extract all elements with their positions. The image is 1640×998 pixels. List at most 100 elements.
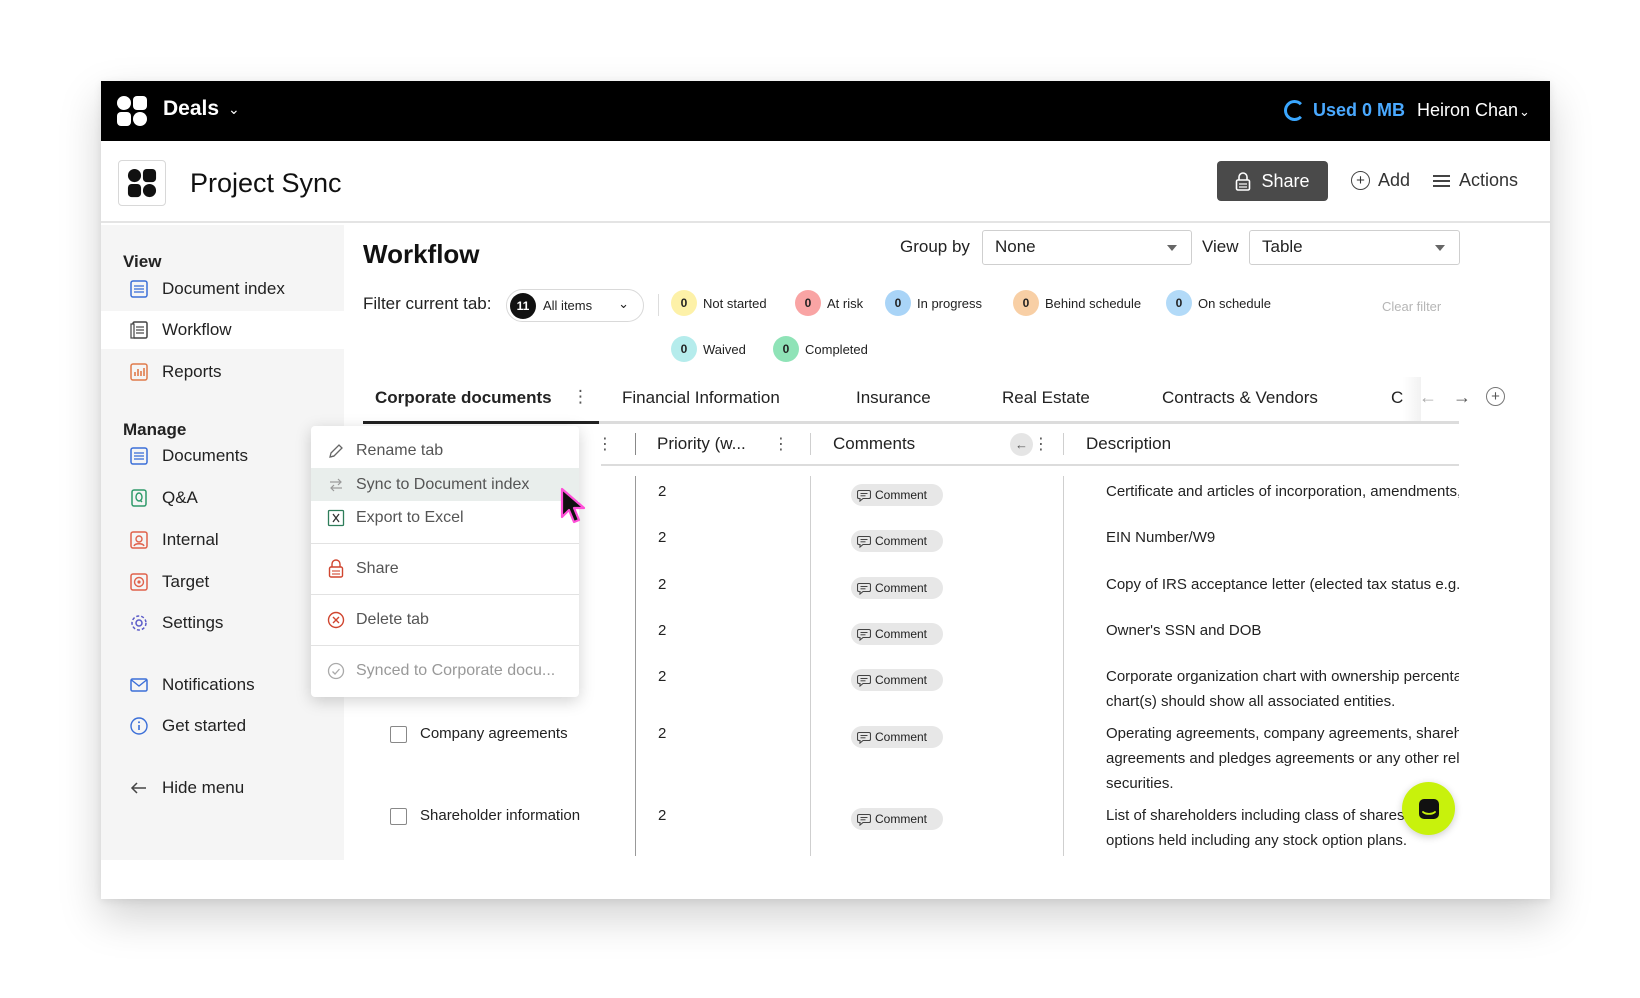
lock-icon <box>1236 171 1251 191</box>
menu-item-rename-tab[interactable]: Rename tab <box>311 434 579 467</box>
row-checkbox[interactable] <box>390 808 407 825</box>
chat-launcher-button[interactable] <box>1402 782 1455 835</box>
tab-truncated[interactable]: C <box>1391 388 1403 408</box>
status-chip-at-risk[interactable]: 0 At risk <box>795 290 863 316</box>
menu-item-share[interactable]: Share <box>311 552 579 585</box>
tab-context-menu: Rename tab Sync to Document index Export… <box>311 426 579 697</box>
menu-item-label: Rename tab <box>356 441 444 459</box>
hide-menu-button[interactable]: Hide menu <box>101 769 344 807</box>
kebab-menu-icon[interactable]: ⋮ <box>572 387 589 407</box>
caret-down-icon <box>1435 245 1445 251</box>
brand-logo-icon[interactable] <box>116 95 148 127</box>
comment-label: Comment <box>875 673 928 687</box>
item-name-cell[interactable]: Shareholder information <box>420 803 580 828</box>
description-line: Corporate organization chart with owners… <box>1106 668 1459 685</box>
sidebar-item-internal[interactable]: Internal <box>101 521 344 559</box>
column-divider[interactable] <box>635 433 636 455</box>
tab-corporate-documents[interactable]: Corporate documents <box>375 388 552 408</box>
sidebar-item-target[interactable]: Target <box>101 563 344 601</box>
document-list-icon <box>128 278 150 300</box>
sidebar-item-get-started[interactable]: Get started <box>101 707 344 745</box>
status-chip-waived[interactable]: 0 Waived <box>671 336 746 362</box>
actions-button[interactable]: Actions <box>1433 170 1518 191</box>
column-divider[interactable] <box>1063 433 1064 455</box>
description-cell[interactable]: Certificate and articles of incorporatio… <box>1106 479 1459 504</box>
share-button[interactable]: Share <box>1217 161 1328 201</box>
clear-filter-link[interactable]: Clear filter <box>1382 299 1441 314</box>
sidebar-item-settings[interactable]: Settings <box>101 604 344 642</box>
sidebar-item-workflow[interactable]: Workflow <box>101 311 344 349</box>
tab-financial-information[interactable]: Financial Information <box>622 388 780 408</box>
sidebar-item-qa[interactable]: Q&A <box>101 479 344 517</box>
status-chip-in-progress[interactable]: 0 In progress <box>885 290 982 316</box>
sidebar-item-documents[interactable]: Documents <box>101 437 344 475</box>
usage-text: Used 0 MB <box>1313 100 1406 120</box>
row-checkbox[interactable] <box>390 726 407 743</box>
tab-real-estate[interactable]: Real Estate <box>1002 388 1090 408</box>
priority-cell[interactable]: 2 <box>658 572 666 597</box>
menu-item-sync-to-document-index[interactable]: Sync to Document index <box>311 468 579 501</box>
user-menu[interactable]: Heiron Chan <box>1417 100 1518 121</box>
sidebar-item-reports[interactable]: Reports <box>101 353 344 391</box>
comment-button[interactable]: Comment <box>851 484 943 506</box>
arrow-left-icon[interactable]: ← <box>1010 433 1033 456</box>
comment-button[interactable]: Comment <box>851 808 943 830</box>
priority-cell[interactable]: 2 <box>658 664 666 689</box>
column-header-description[interactable]: Description <box>1086 434 1171 454</box>
comment-button[interactable]: Comment <box>851 669 943 691</box>
description-cell[interactable]: Corporate organization chart with owners… <box>1106 664 1459 714</box>
status-count: 0 <box>885 290 911 316</box>
comment-button[interactable]: Comment <box>851 623 943 645</box>
kebab-menu-icon[interactable]: ⋮ <box>773 434 789 454</box>
priority-cell[interactable]: 2 <box>658 721 666 746</box>
column-header-comments[interactable]: Comments <box>833 434 915 454</box>
add-button-label: Add <box>1378 170 1411 190</box>
description-cell[interactable]: Owner's SSN and DOB <box>1106 618 1459 643</box>
sidebar-item-document-index[interactable]: Document index <box>101 270 344 308</box>
arrow-right-icon[interactable]: → <box>1453 387 1471 408</box>
arrow-left-icon[interactable]: ← <box>1419 387 1437 408</box>
chat-icon <box>1418 798 1439 819</box>
priority-cell[interactable]: 2 <box>658 803 666 828</box>
add-button[interactable]: + Add <box>1351 170 1410 191</box>
target-icon <box>128 571 150 593</box>
group-by-value: None <box>995 237 1036 256</box>
column-header-priority[interactable]: Priority (w... <box>657 434 746 454</box>
status-chip-not-started[interactable]: 0 Not started <box>671 290 767 316</box>
all-items-filter[interactable]: 11 All items ⌄ <box>506 289 644 322</box>
sidebar-item-label: Get started <box>162 716 247 735</box>
priority-cell[interactable]: 2 <box>658 618 666 643</box>
app-switcher-title[interactable]: Deals <box>163 97 219 121</box>
view-select[interactable]: Table <box>1249 230 1460 265</box>
sidebar-item-notifications[interactable]: Notifications <box>101 666 344 704</box>
status-chip-completed[interactable]: 0 Completed <box>773 336 868 362</box>
chevron-down-icon[interactable]: ⌄ <box>1519 104 1530 120</box>
description-cell[interactable]: Copy of IRS acceptance letter (elected t… <box>1106 572 1459 597</box>
kebab-menu-icon[interactable]: ⋮ <box>597 434 613 454</box>
description-cell[interactable]: EIN Number/W9 <box>1106 525 1459 550</box>
status-chip-on-schedule[interactable]: 0 On schedule <box>1166 290 1271 316</box>
chevron-down-icon[interactable]: ⌄ <box>228 101 240 118</box>
comment-label: Comment <box>875 488 928 502</box>
menu-divider <box>311 543 579 544</box>
menu-item-delete-tab[interactable]: Delete tab <box>311 603 579 636</box>
priority-cell[interactable]: 2 <box>658 479 666 504</box>
group-by-label: Group by <box>900 237 970 256</box>
priority-cell[interactable]: 2 <box>658 525 666 550</box>
status-chip-behind-schedule[interactable]: 0 Behind schedule <box>1013 290 1141 316</box>
description-cell[interactable]: Operating agreements, company agreements… <box>1106 721 1459 796</box>
plus-circle-icon: + <box>1351 171 1370 190</box>
comment-button[interactable]: Comment <box>851 577 943 599</box>
tab-insurance[interactable]: Insurance <box>856 388 931 408</box>
menu-item-label: Share <box>356 559 399 577</box>
menu-item-export-to-excel[interactable]: Export to Excel <box>311 501 579 534</box>
comment-button[interactable]: Comment <box>851 726 943 748</box>
item-name-cell[interactable]: Company agreements <box>420 721 568 746</box>
comment-button[interactable]: Comment <box>851 530 943 552</box>
group-by-select[interactable]: None <box>982 230 1192 265</box>
excel-icon <box>326 508 346 528</box>
column-divider[interactable] <box>810 433 811 455</box>
kebab-menu-icon[interactable]: ⋮ <box>1033 434 1049 454</box>
add-tab-icon[interactable]: + <box>1486 387 1505 406</box>
tab-contracts-vendors[interactable]: Contracts & Vendors <box>1162 388 1318 408</box>
